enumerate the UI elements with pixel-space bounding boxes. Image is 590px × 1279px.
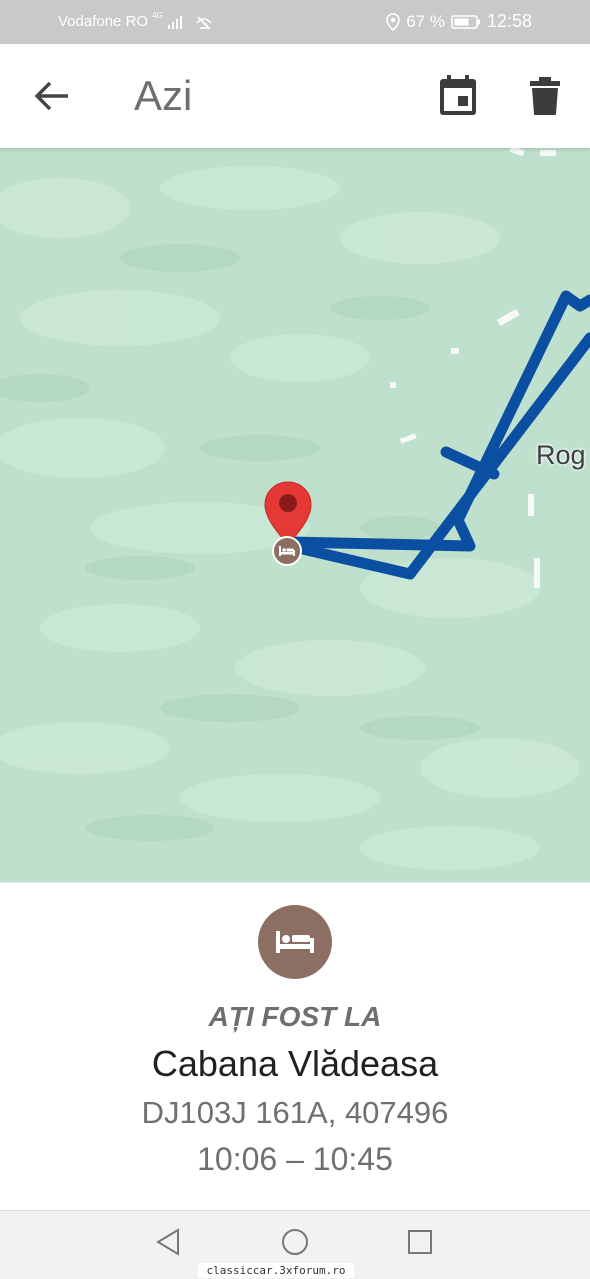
clock: 12:58 <box>486 11 532 31</box>
back-arrow-icon[interactable] <box>32 78 72 114</box>
visited-label: AȚI FOST LA <box>208 1001 382 1032</box>
home-circle-icon[interactable] <box>280 1227 310 1257</box>
trash-icon[interactable] <box>527 76 563 116</box>
status-bar-right: 67 % 12:58 <box>386 11 532 32</box>
bed-icon <box>279 546 295 556</box>
place-address: DJ103J 161A, 407496 <box>141 1095 449 1130</box>
lodging-badge <box>258 905 332 979</box>
place-card[interactable]: AȚI FOST LA Cabana Vlădeasa DJ103J 161A,… <box>0 882 590 1211</box>
app-bar: Azi <box>0 44 590 148</box>
visit-time-range: 10:06 – 10:45 <box>197 1141 393 1177</box>
place-name: Cabana Vlădeasa <box>151 1043 439 1084</box>
watermark: classiccar.3xforum.ro <box>198 1263 354 1278</box>
page-title: Azi <box>134 72 193 119</box>
network-type: 4G <box>152 11 163 20</box>
battery-percent: 67 % <box>406 11 445 31</box>
carrier-name: Vodafone RO <box>58 13 149 30</box>
status-bar-left: Vodafone RO 4G <box>58 11 213 30</box>
battery-icon <box>451 14 480 29</box>
back-triangle-icon[interactable] <box>154 1227 184 1257</box>
no-sim-icon <box>196 15 212 30</box>
lodging-marker[interactable] <box>272 536 302 566</box>
status-bar: Vodafone RO 4G 67 % 12:58 <box>0 0 590 44</box>
map-place-label: Rog <box>536 440 586 470</box>
map-view[interactable]: Rog <box>0 148 590 882</box>
calendar-icon[interactable] <box>438 74 478 116</box>
location-icon <box>386 12 401 31</box>
signal-icon <box>167 15 182 29</box>
bed-icon <box>276 931 314 953</box>
recents-square-icon[interactable] <box>405 1227 435 1257</box>
